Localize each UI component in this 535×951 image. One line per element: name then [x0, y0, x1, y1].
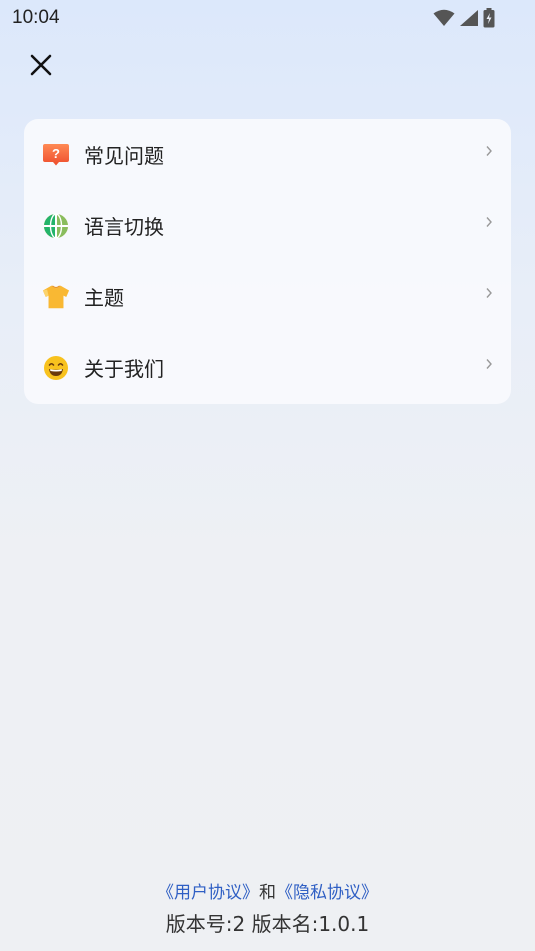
- conjunction-text: 和: [259, 883, 276, 903]
- globe-icon: [42, 212, 70, 240]
- menu-item-label: 语言切换: [84, 215, 164, 239]
- menu-item-label: 主题: [84, 286, 124, 310]
- wifi-icon: [433, 9, 455, 26]
- close-button[interactable]: [24, 48, 58, 82]
- status-bar: 10:04: [0, 0, 535, 36]
- chevron-right-icon: [486, 217, 492, 227]
- chevron-right-icon: [486, 359, 492, 369]
- chevron-right-icon: [486, 146, 492, 156]
- tshirt-icon: [42, 283, 70, 311]
- chevron-right-icon: [486, 288, 492, 298]
- svg-text:?: ?: [52, 146, 60, 161]
- status-icons: [433, 8, 495, 28]
- user-agreement-link[interactable]: 《用户协议》: [157, 883, 259, 903]
- menu-item-label: 常见问题: [84, 144, 164, 168]
- menu-item-faq[interactable]: ? 常见问题: [24, 119, 511, 190]
- signal-icon: [460, 10, 478, 26]
- menu-item-theme[interactable]: 主题: [24, 261, 511, 332]
- battery-charging-icon: [483, 8, 495, 28]
- status-time: 10:04: [12, 7, 60, 28]
- version-text: 版本号:2 版本名:1.0.1: [165, 912, 370, 936]
- menu-item-about[interactable]: 关于我们: [24, 332, 511, 403]
- smile-emoji-icon: [42, 354, 70, 382]
- menu-item-label: 关于我们: [84, 357, 164, 381]
- faq-icon: ?: [42, 141, 70, 169]
- privacy-policy-link[interactable]: 《隐私协议》: [276, 883, 378, 903]
- close-icon: [30, 54, 52, 76]
- menu-item-language[interactable]: 语言切换: [24, 190, 511, 261]
- settings-menu-card: ? 常见问题 语言切换 主题 关于我们: [24, 119, 511, 404]
- agreement-links: 《用户协议》和《隐私协议》: [0, 878, 535, 903]
